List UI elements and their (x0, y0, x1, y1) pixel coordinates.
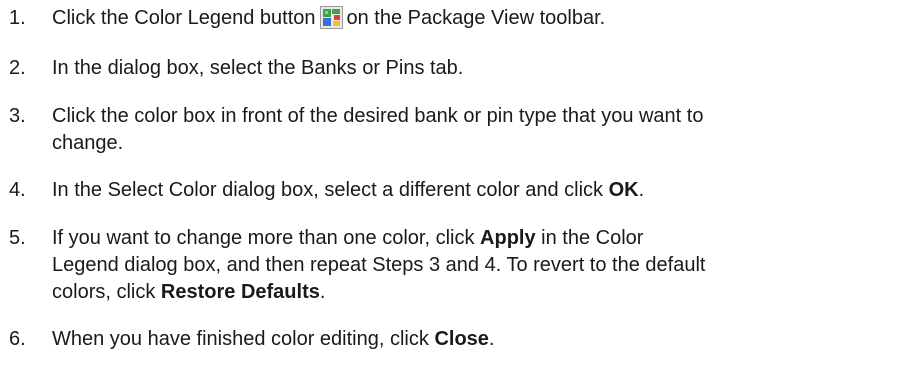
step-text-part: . (488, 328, 495, 350)
step-number: 4. (9, 179, 26, 201)
step-text-part: on the Package View toolbar. (346, 7, 606, 29)
step-text-line: change. (52, 132, 124, 154)
step-text-line: colors, click Restore Defaults. (52, 277, 325, 307)
apply-label: Apply (480, 227, 536, 249)
step-text-line: Legend dialog box, and then repeat Steps… (52, 254, 706, 276)
close-label: Close (434, 328, 489, 350)
step-text-part: When you have finished color editing, cl… (52, 328, 429, 350)
step-text: When you have finished color editing, cl… (52, 324, 914, 354)
step-number: 6. (9, 328, 26, 350)
step-text-part: Click the Color Legend button (52, 7, 316, 29)
step-number: 5. (9, 227, 26, 249)
restore-defaults-label: Restore Defaults (160, 281, 320, 303)
step-text-part: . (319, 281, 326, 303)
step-number: 2. (9, 57, 26, 79)
step-text-line: Click the color box in front of the desi… (52, 105, 704, 127)
step-text: Click the Color Legend button on the Pac… (52, 3, 914, 33)
step-text-part: colors, click (52, 281, 156, 303)
step-number: 3. (9, 105, 26, 127)
step-number: 1. (9, 7, 26, 29)
color-legend-icon (319, 6, 343, 29)
ok-label: OK (608, 179, 639, 201)
step-text-part: In the Select Color dialog box, select a… (52, 179, 604, 201)
step-text-line: If you want to change more than one colo… (52, 223, 643, 253)
step-text: In the dialog box, select the Banks or P… (52, 57, 464, 79)
step-text: In the Select Color dialog box, select a… (52, 175, 914, 205)
step-text-part: If you want to change more than one colo… (52, 227, 475, 249)
step-text-part: in the Color (541, 227, 644, 249)
step-text-part: . (638, 179, 645, 201)
